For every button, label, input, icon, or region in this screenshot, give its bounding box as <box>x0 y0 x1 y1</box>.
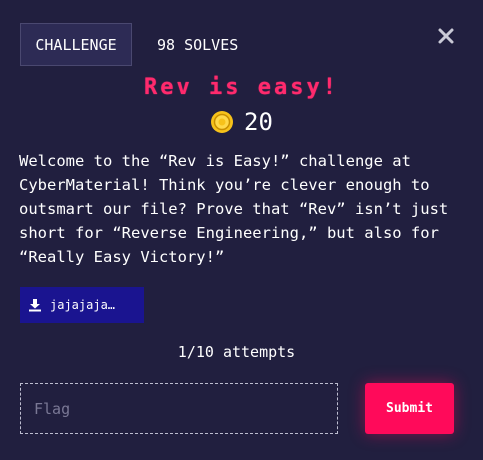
tab-solves-label: 98 SOLVES <box>157 35 239 54</box>
close-icon[interactable] <box>436 26 456 46</box>
submit-button[interactable]: Submit <box>365 383 454 434</box>
challenge-modal: CHALLENGE 98 SOLVES Rev is easy! 20 Welc… <box>0 0 483 460</box>
tab-solves[interactable]: 98 SOLVES <box>157 23 238 66</box>
tab-challenge[interactable]: CHALLENGE <box>20 23 132 66</box>
challenge-description: Welcome to the “Rev is Easy!” challenge … <box>19 152 449 266</box>
file-download-button[interactable]: jajajaja… <box>20 287 144 323</box>
file-name-label: jajajaja… <box>50 298 116 312</box>
coin-icon <box>211 111 234 133</box>
flag-input[interactable] <box>20 383 338 434</box>
challenge-title: Rev is easy! <box>144 75 339 100</box>
attempts-counter: 1/10 attempts <box>177 343 296 361</box>
points-value: 20 <box>244 108 273 136</box>
challenge-points: 20 <box>0 108 483 136</box>
download-icon <box>29 299 41 312</box>
tab-challenge-label: CHALLENGE <box>35 35 117 54</box>
